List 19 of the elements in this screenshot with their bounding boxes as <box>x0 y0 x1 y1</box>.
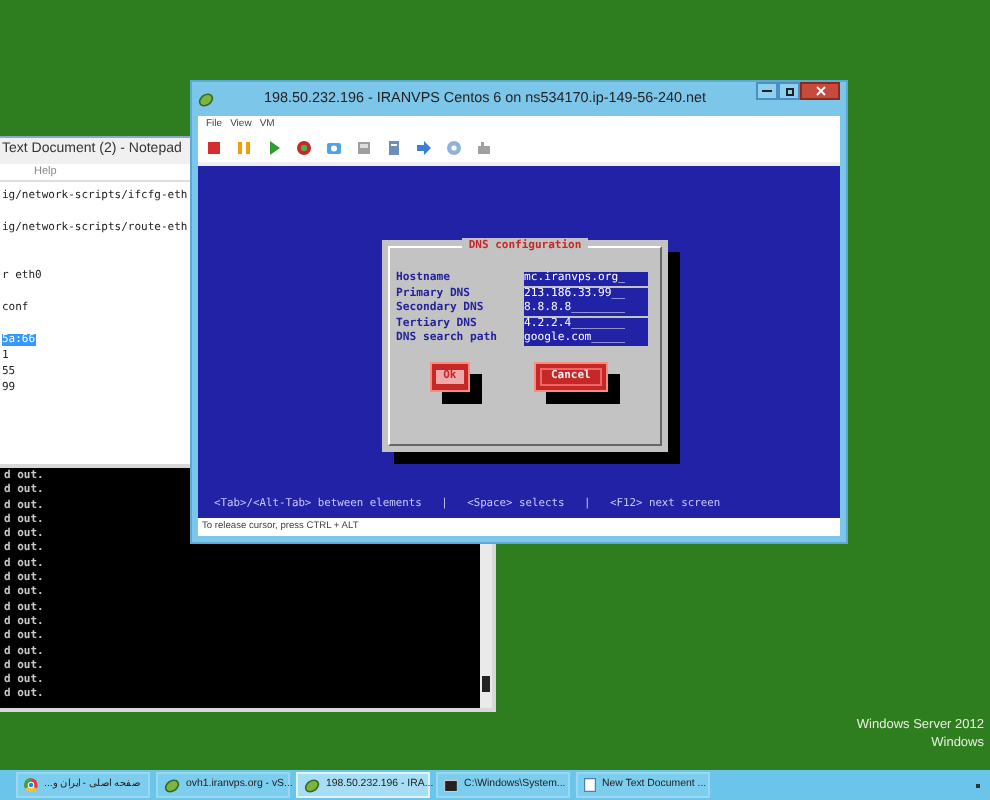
minimize-button[interactable] <box>756 82 778 100</box>
play-icon[interactable] <box>264 138 284 158</box>
browser-icon <box>24 778 38 792</box>
notepad-icon <box>584 778 596 792</box>
leaf-icon <box>198 91 214 107</box>
maximize-button[interactable] <box>778 82 800 100</box>
arrow-icon[interactable] <box>414 138 434 158</box>
refresh-icon[interactable] <box>294 138 314 158</box>
console-icon <box>444 779 458 791</box>
close-icon <box>815 86 825 96</box>
page-icon[interactable] <box>384 138 404 158</box>
stop-icon[interactable] <box>204 138 224 158</box>
leaf-icon <box>164 777 180 793</box>
close-button[interactable] <box>800 82 840 100</box>
scrollbar[interactable] <box>480 552 492 708</box>
leaf-icon <box>304 777 320 793</box>
gear-icon[interactable] <box>444 138 464 158</box>
pause-icon[interactable] <box>234 138 254 158</box>
camera-icon[interactable] <box>324 138 344 158</box>
